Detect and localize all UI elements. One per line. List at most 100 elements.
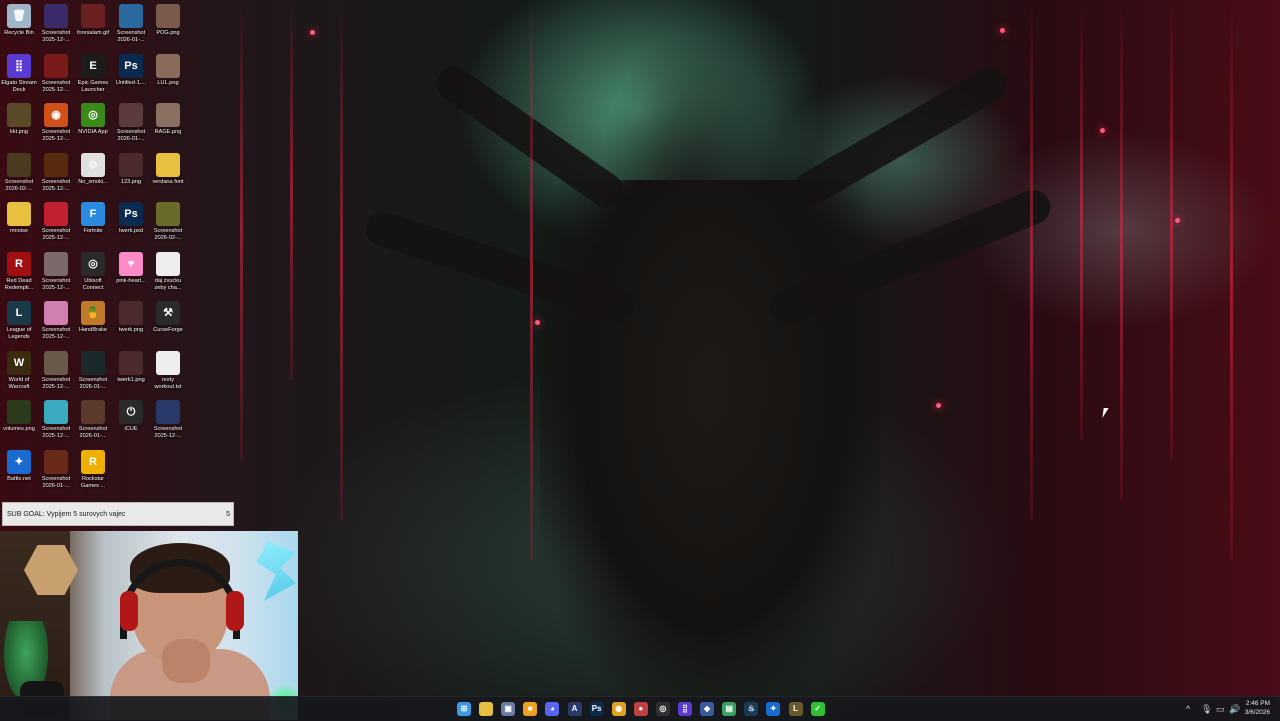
taskbar-app-4-app-icon[interactable]: ■	[523, 702, 538, 716]
desktop-icon-label: Screenshot 2025-12-...	[41, 129, 71, 142]
image-file-icon	[7, 103, 31, 127]
desktop-icon-label: Untitled-1....	[115, 79, 147, 86]
taskbar-app-3-monitor-icon[interactable]: ▣	[501, 702, 516, 716]
desktop-icon[interactable]: 🍍 HandBrake	[74, 301, 112, 334]
text-file-icon	[156, 251, 180, 276]
desktop-icon[interactable]: Screenshot 2025-12-...	[149, 400, 187, 440]
desktop-icon[interactable]: E Epic Games Launcher	[74, 53, 112, 94]
wow-icon: W	[7, 350, 31, 375]
taskbar-photoshop-photoshop-icon[interactable]: Ps	[589, 702, 604, 716]
desktop-icon[interactable]: F Fortnite	[74, 202, 112, 235]
desktop-icon[interactable]: ✦ Battle.net	[0, 449, 38, 483]
taskbar-clock[interactable]: 2:46 PM 3/6/2026	[1245, 700, 1270, 717]
taskbar-steam-steam-icon[interactable]: ♨	[744, 702, 759, 716]
image-file-icon	[44, 400, 68, 424]
desktop-icon[interactable]: ⏻ iCUE	[112, 400, 150, 433]
image-file-icon	[119, 4, 143, 28]
desktop-icon[interactable]: twerk1.png	[112, 350, 150, 384]
desktop-icon[interactable]: Screenshot 2025-12-...	[37, 202, 75, 242]
taskbar-stream-deck-stream-deck-icon[interactable]: ⣿	[678, 702, 692, 716]
desktop-icon[interactable]: resty workout.txt	[149, 350, 187, 391]
desktop-icon[interactable]: POG.png	[149, 4, 187, 37]
desktop-icon[interactable]: Screenshot 2026-02-...	[0, 152, 38, 193]
desktop-icon-label: pink-heart...	[116, 277, 146, 284]
image-file-icon	[44, 152, 68, 177]
desktop-icon[interactable]: R Rockstar Games ...	[74, 449, 112, 490]
desktop-icon[interactable]: W World of Warcraft	[0, 350, 38, 391]
red-light-streak	[240, 0, 243, 460]
clock-date: 3/6/2026	[1244, 708, 1270, 716]
taskbar-app-12-app-icon[interactable]: ◆	[700, 702, 715, 716]
desktop-icon[interactable]: Screenshot 2026-01-...	[112, 4, 150, 44]
image-file-icon	[156, 53, 180, 78]
taskbar-file-explorer-folder-icon[interactable]	[479, 702, 494, 716]
desktop-icon[interactable]: volumes.png	[0, 400, 38, 433]
desktop-icon[interactable]: Screenshot 2025-12-...	[37, 301, 75, 341]
desktop-icon[interactable]: 123.png	[112, 152, 150, 186]
taskbar-app-9-app-icon[interactable]: ●	[633, 702, 648, 716]
desktop-icon[interactable]: Screenshot 2025-12-...	[37, 4, 75, 44]
desktop-icon[interactable]: L League of Legends	[0, 301, 38, 341]
icue-icon: ⏻	[119, 400, 143, 424]
desktop-icon[interactable]: Screenshot 2025-12-...	[37, 400, 75, 440]
gif-file-icon	[81, 4, 105, 28]
desktop-icon[interactable]: Ps Untitled-1....	[112, 53, 150, 87]
red-light-orb	[1175, 218, 1180, 223]
red-light-streak	[1170, 0, 1173, 460]
desktop-icon-label: Screenshot 2025-12-...	[153, 426, 183, 439]
taskbar-league-league-icon[interactable]: L	[788, 702, 803, 716]
desktop-icon[interactable]: ⊘ No_smoki...	[74, 152, 112, 186]
taskbar-chrome-chrome-icon[interactable]: ◉	[611, 702, 626, 716]
desktop-icon[interactable]: foresalam.gif	[74, 4, 112, 37]
desktop-icon[interactable]: Screenshot 2026-02-...	[149, 202, 187, 242]
taskbar-obs-obs-icon[interactable]: ◎	[655, 702, 670, 716]
desktop-icon-label: NVIDIA App	[78, 129, 108, 135]
desktop-icon-label: Screenshot 2025-12-...	[41, 426, 71, 439]
desktop-icon[interactable]: Screenshot 2026-01-...	[112, 103, 150, 143]
microphone-icon[interactable]: 🎙	[1201, 703, 1212, 715]
desktop-icon[interactable]: LUL.png	[149, 53, 187, 87]
desktop-icon[interactable]: Ps twerk.psd	[112, 202, 150, 235]
desktop-icon[interactable]: 🗑 Recycle Bin	[0, 4, 38, 37]
desktop-icon[interactable]: daj zvucku zeby cha...	[149, 251, 187, 292]
desktop-icon-label: CurseForge	[153, 327, 183, 333]
desktop-icon[interactable]: Screenshot 2026-01-...	[37, 449, 75, 490]
desktop-icon-label: Screenshot 2026-01-...	[78, 376, 108, 390]
desktop-icon[interactable]: ◎ Ubisoft Connect	[74, 251, 112, 292]
desktop-icon[interactable]: Screenshot 2025-12-...	[37, 152, 75, 193]
image-file-icon	[156, 103, 180, 127]
desktop-icon[interactable]: Screenshot 2025-12-...	[37, 251, 75, 292]
desktop-icon[interactable]: verdana font	[149, 152, 187, 186]
taskbar-app-17-app-icon[interactable]: ✓	[810, 702, 825, 716]
image-file-icon	[119, 350, 143, 375]
image-file-icon	[156, 400, 180, 424]
desktop-icon[interactable]: RAGE.png	[149, 103, 187, 136]
tray-overflow-chevron-icon[interactable]: ^	[1186, 703, 1190, 715]
desktop-icon[interactable]: ♥ pink-heart...	[112, 251, 150, 285]
taskbar-app-13-app-icon[interactable]: ▤	[722, 702, 737, 716]
desktop-icon[interactable]: ◎ NVIDIA App	[74, 103, 112, 136]
network-icon[interactable]: ▭	[1216, 703, 1225, 715]
desktop-icon[interactable]: ◉ Screenshot 2025-12-...	[37, 103, 75, 143]
desktop-icon[interactable]: twerk.png	[112, 301, 150, 334]
desktop-icon-label: Screenshot 2026-01-...	[41, 475, 71, 489]
desktop-icon[interactable]: R Red Dead Redempti...	[0, 251, 38, 292]
desktop-icon[interactable]: Screenshot 2025-12-...	[37, 53, 75, 94]
desktop-icon-label: LUL.png	[157, 79, 179, 86]
desktop-icon-label: mnoise	[9, 228, 29, 234]
photoshop-file-icon: Ps	[119, 202, 143, 226]
desktop-icon[interactable]: ⚒ CurseForge	[149, 301, 187, 334]
desktop-icon[interactable]: ⣿ Elgato Stream Deck	[0, 53, 38, 94]
taskbar-discord-discord-icon[interactable]: ◕	[545, 702, 560, 716]
desktop-icon[interactable]: Screenshot 2026-01-...	[74, 400, 112, 440]
taskbar-app-6-app-icon[interactable]: A	[567, 702, 582, 716]
ubisoft-icon: ◎	[81, 251, 105, 276]
desktop-icon[interactable]: Screenshot 2025-12-...	[37, 350, 75, 391]
desktop-icon[interactable]: kkt.png	[0, 103, 38, 136]
desktop-icon-label: Elgato Stream Deck	[1, 79, 37, 93]
speaker-icon[interactable]: 🔊	[1229, 703, 1240, 715]
desktop-icon[interactable]: mnoise	[0, 202, 38, 235]
taskbar-start-button-windows-icon[interactable]: ⊞	[457, 702, 471, 716]
desktop-icon[interactable]: Screenshot 2026-01-...	[74, 350, 112, 391]
taskbar-battlenet-battlenet-icon[interactable]: ✦	[766, 702, 781, 716]
